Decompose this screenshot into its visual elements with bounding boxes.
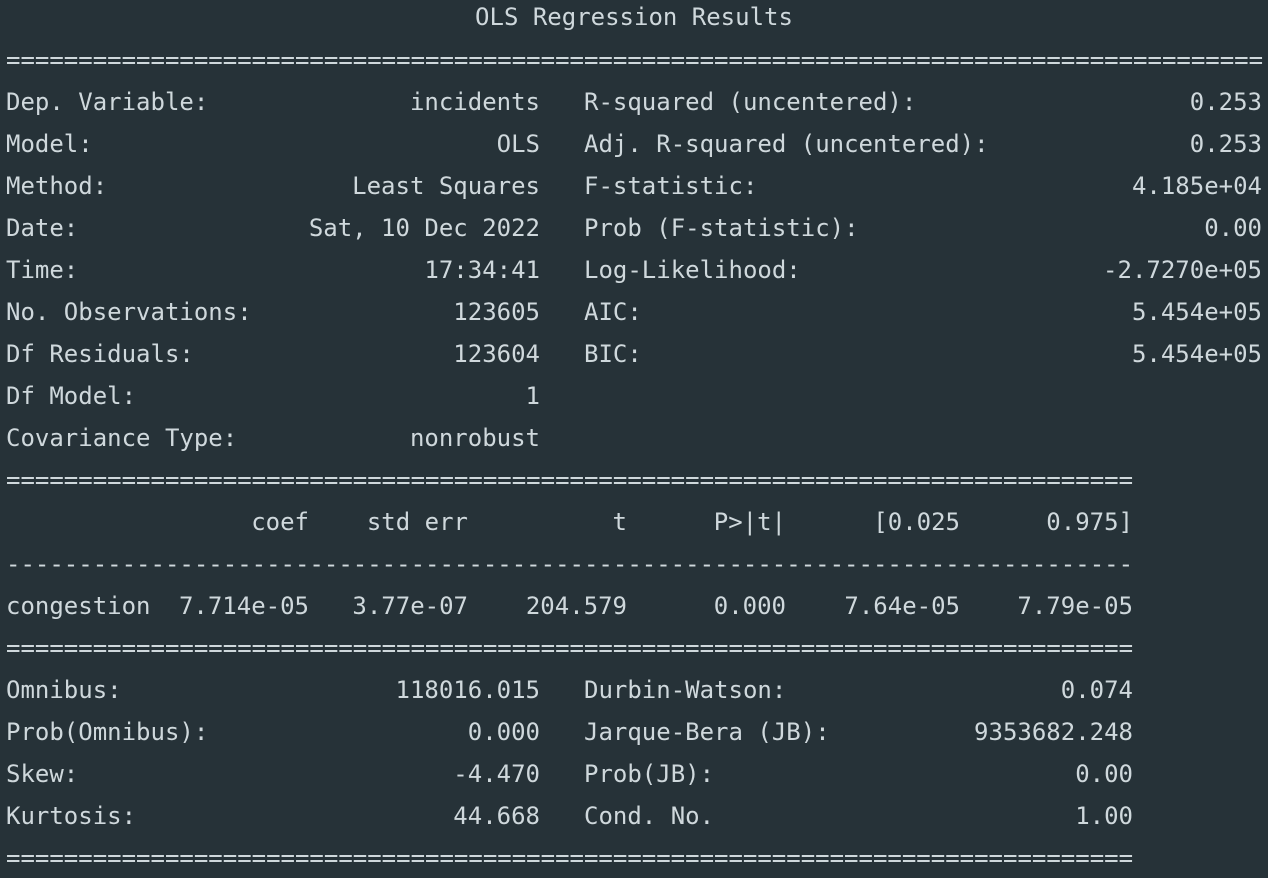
diag-value: -4.470 (453, 760, 540, 788)
coef-cell: 3.77e-07 (352, 592, 468, 620)
coef-header-4: [0.025 (873, 508, 960, 536)
report-title: OLS Regression Results (475, 3, 793, 31)
stat-value: Least Squares (352, 172, 540, 200)
stat-value: OLS (496, 130, 540, 158)
rule-bottom: ========================================… (6, 844, 1134, 872)
coef-header-0: coef (251, 508, 309, 536)
coef-cell: 7.64e-05 (844, 592, 960, 620)
diag-value: 0.000 (467, 718, 540, 746)
coef-header-2: t (612, 508, 627, 536)
rule-coef-mid: ----------------------------------------… (6, 550, 1134, 578)
coef-header-1: std err (366, 508, 468, 536)
diag-value: 118016.015 (395, 676, 541, 704)
coef-header-3: P>|t| (713, 508, 786, 536)
stat-value: 123604 (453, 340, 540, 368)
diag-value: 1.00 (1075, 802, 1133, 830)
diag-value: 9353682.248 (974, 718, 1133, 746)
diag-value: 0.074 (1060, 676, 1133, 704)
diag-value: 0.00 (1075, 760, 1133, 788)
coef-cell: 204.579 (525, 592, 627, 620)
stat-value: nonrobust (409, 424, 540, 452)
coef-row-name: congestion (6, 592, 151, 620)
stat-value: 17:34:41 (424, 256, 540, 284)
stat-value: 0.00 (1204, 214, 1262, 242)
coef-cell: 7.714e-05 (178, 592, 309, 620)
coef-cell: 7.79e-05 (1017, 592, 1133, 620)
stat-value: -2.7270e+05 (1103, 256, 1262, 284)
stat-value: 1 (525, 382, 540, 410)
stat-value: Sat, 10 Dec 2022 (308, 214, 540, 242)
stat-value: 0.253 (1189, 130, 1262, 158)
rule-top: ========================================… (6, 46, 1264, 74)
stat-value: 4.185e+04 (1131, 172, 1262, 200)
terminal-output: OLS Regression Results =================… (0, 0, 1268, 878)
coef-cell: 0.000 (713, 592, 786, 620)
stat-value: 0.253 (1189, 88, 1262, 116)
rule-coef-top: ========================================… (6, 466, 1134, 494)
stat-value: incidents (409, 88, 540, 116)
stat-value: 5.454e+05 (1131, 298, 1262, 326)
stat-value: 123605 (453, 298, 540, 326)
rule-diag-top: ========================================… (6, 634, 1134, 662)
diag-value: 44.668 (453, 802, 540, 830)
stat-value: 5.454e+05 (1131, 340, 1262, 368)
coef-header-5: 0.975] (1046, 508, 1133, 536)
